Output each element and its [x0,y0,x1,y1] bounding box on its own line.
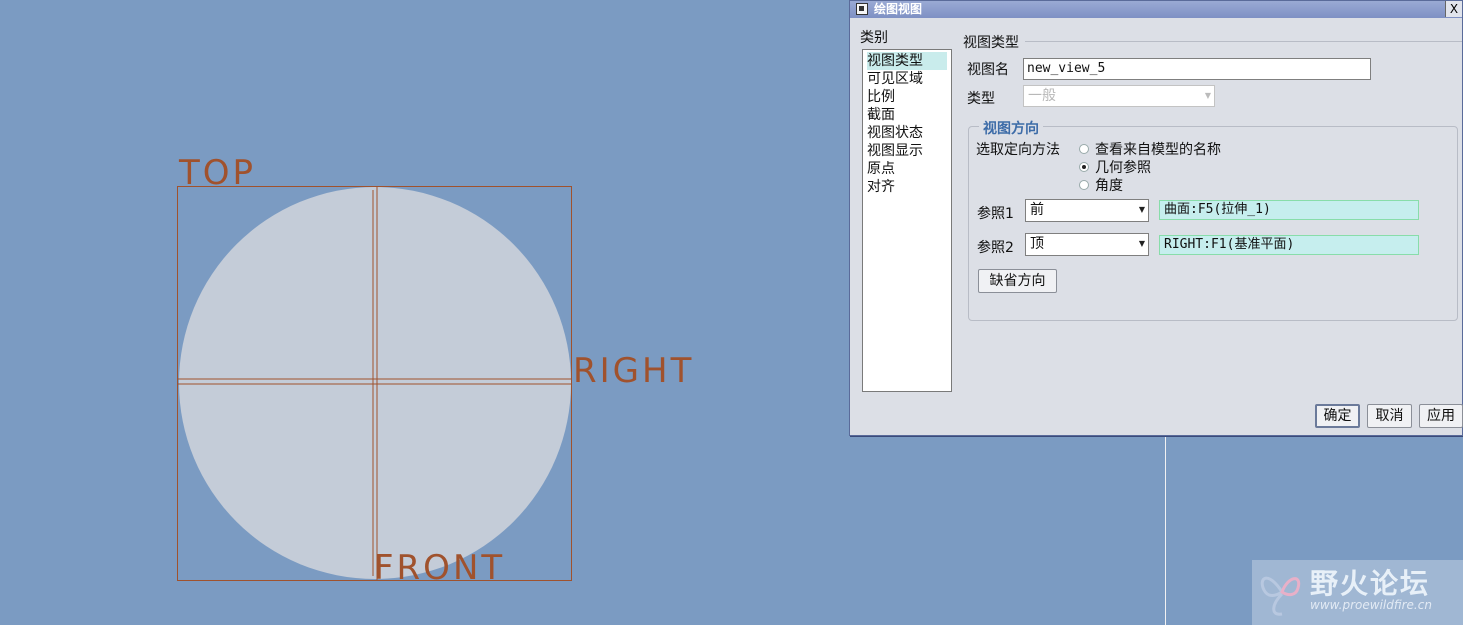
window-icon [856,3,868,15]
reference1-label: 参照1 [977,206,1014,222]
datum-label-top[interactable]: TOP [179,156,256,190]
orientation-method-label: 选取定向方法 [976,142,1060,158]
reference2-selection-field[interactable]: RIGHT:F1(基准平面) [1159,235,1419,255]
cancel-button[interactable]: 取消 [1367,404,1412,428]
type-select-value: 一般 [1028,88,1056,104]
reference2-select-value: 顶 [1030,236,1044,252]
watermark-title: 野火论坛 [1310,567,1431,600]
category-item-view-display[interactable]: 视图显示 [867,142,951,160]
reference1-selection-field[interactable]: 曲面:F5(拉伸_1) [1159,200,1419,220]
chevron-down-icon: ▼ [1138,205,1145,214]
category-list[interactable]: 视图类型 可见区域 比例 截面 视图状态 视图显示 原点 对齐 [862,49,952,392]
watermark-url: www.proewildfire.cn [1310,598,1432,612]
category-item-visible-area[interactable]: 可见区域 [867,70,951,88]
view-name-input[interactable]: new_view_5 [1023,58,1371,80]
chevron-down-icon: ▼ [1204,91,1211,100]
reference1-select-value: 前 [1030,202,1044,218]
category-item-scale[interactable]: 比例 [867,88,951,106]
option-model-view-name-label[interactable]: 查看来自模型的名称 [1095,139,1221,159]
canvas-divider-line [1165,433,1166,625]
option-geometry-reference-label[interactable]: 几何参照 [1095,157,1151,177]
dialog-title: 绘图视图 [874,2,923,16]
close-icon[interactable]: X [1445,1,1462,17]
category-item-alignment[interactable]: 对齐 [867,178,951,196]
category-item-section[interactable]: 截面 [867,106,951,124]
chevron-down-icon: ▼ [1138,239,1145,248]
reference2-label: 参照2 [977,240,1014,256]
view-name-label: 视图名 [967,62,1009,78]
forum-watermark: 野火论坛 www.proewildfire.cn [1252,560,1463,625]
category-item-view-type[interactable]: 视图类型 [867,52,947,70]
section-title: 视图类型 [963,35,1019,51]
view-orientation-legend: 视图方向 [979,118,1043,138]
type-select: 一般 ▼ [1023,85,1215,107]
view-orientation-group: 视图方向 选取定向方法 查看来自模型的名称 几何参照 角度 参照1 前 ▼ 曲面… [968,118,1458,321]
category-item-view-state[interactable]: 视图状态 [867,124,951,142]
datum-label-right[interactable]: RIGHT [573,354,694,388]
radio-angle[interactable] [1079,180,1089,190]
apply-button[interactable]: 应用 [1419,404,1463,428]
model-cylinder-face[interactable] [179,187,571,579]
butterfly-logo-icon [1260,576,1301,616]
category-item-origin[interactable]: 原点 [867,160,951,178]
datum-label-front[interactable]: FRONT [374,551,505,585]
default-orientation-button[interactable]: 缺省方向 [978,269,1057,293]
radio-model-view-name[interactable] [1079,144,1089,154]
category-heading: 类别 [860,30,888,46]
option-angle-label[interactable]: 角度 [1095,175,1123,195]
reference1-select[interactable]: 前 ▼ [1025,199,1149,222]
dialog-titlebar[interactable]: 绘图视图 X [850,1,1462,18]
radio-geometry-reference[interactable] [1079,162,1089,172]
type-label: 类型 [967,91,995,107]
reference2-select[interactable]: 顶 ▼ [1025,233,1149,256]
ok-button[interactable]: 确定 [1315,404,1360,428]
drawing-view-dialog: 绘图视图 X 类别 视图类型 可见区域 比例 截面 视图状态 视图显示 原点 对… [849,0,1463,436]
dialog-body: 类别 视图类型 可见区域 比例 截面 视图状态 视图显示 原点 对齐 视图类型 … [850,19,1463,435]
section-separator [1025,41,1462,42]
